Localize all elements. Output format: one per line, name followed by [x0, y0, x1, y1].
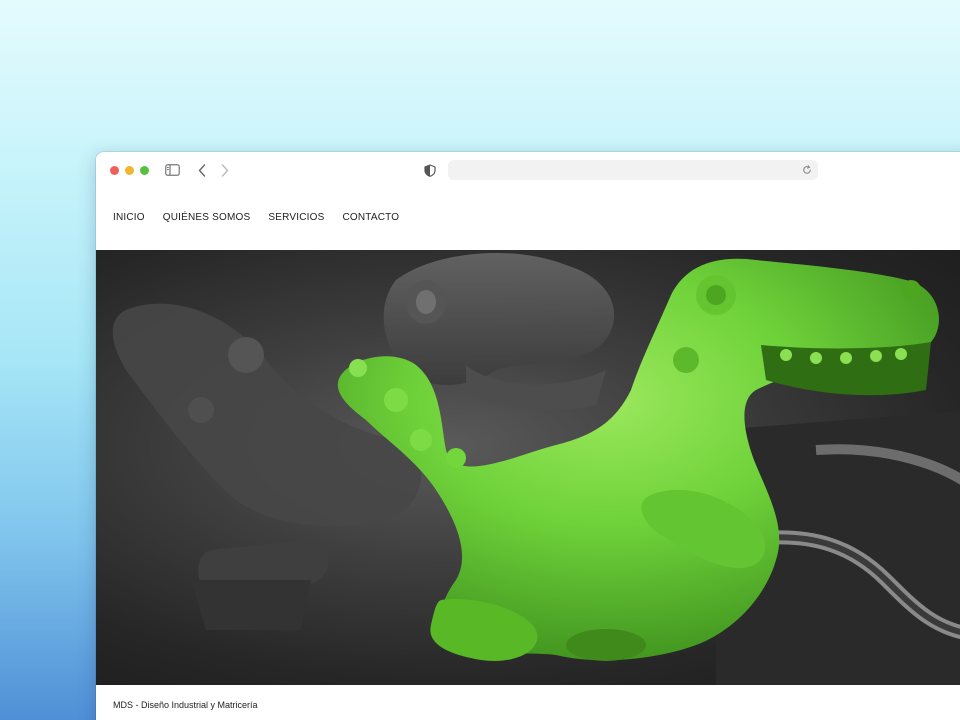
- hero-banner: [96, 250, 960, 685]
- chevron-left-icon[interactable]: [194, 162, 210, 178]
- browser-toolbar: [96, 152, 960, 188]
- main-nav: INICIO QUIÉNES SOMOS SERVICIOS CONTACTO: [113, 212, 417, 223]
- sidebar-icon[interactable]: [164, 162, 180, 178]
- nav-servicios[interactable]: SERVICIOS: [268, 212, 324, 223]
- close-window-button[interactable]: [110, 166, 119, 175]
- shield-icon[interactable]: [422, 162, 438, 178]
- nav-contacto[interactable]: CONTACTO: [342, 212, 399, 223]
- nav-inicio[interactable]: INICIO: [113, 212, 145, 223]
- footer-company-name: MDS - Diseño Industrial y Matricería: [113, 700, 258, 710]
- url-bar[interactable]: [448, 160, 818, 180]
- url-input[interactable]: [448, 160, 818, 180]
- minimize-window-button[interactable]: [125, 166, 134, 175]
- hero-dinosaur-image: [112, 253, 960, 685]
- nav-quienes-somos[interactable]: QUIÉNES SOMOS: [163, 212, 251, 223]
- reload-icon[interactable]: [800, 163, 814, 177]
- browser-window: INICIO QUIÉNES SOMOS SERVICIOS CONTACTO: [96, 152, 960, 720]
- zoom-window-button[interactable]: [140, 166, 149, 175]
- chevron-right-icon[interactable]: [217, 162, 233, 178]
